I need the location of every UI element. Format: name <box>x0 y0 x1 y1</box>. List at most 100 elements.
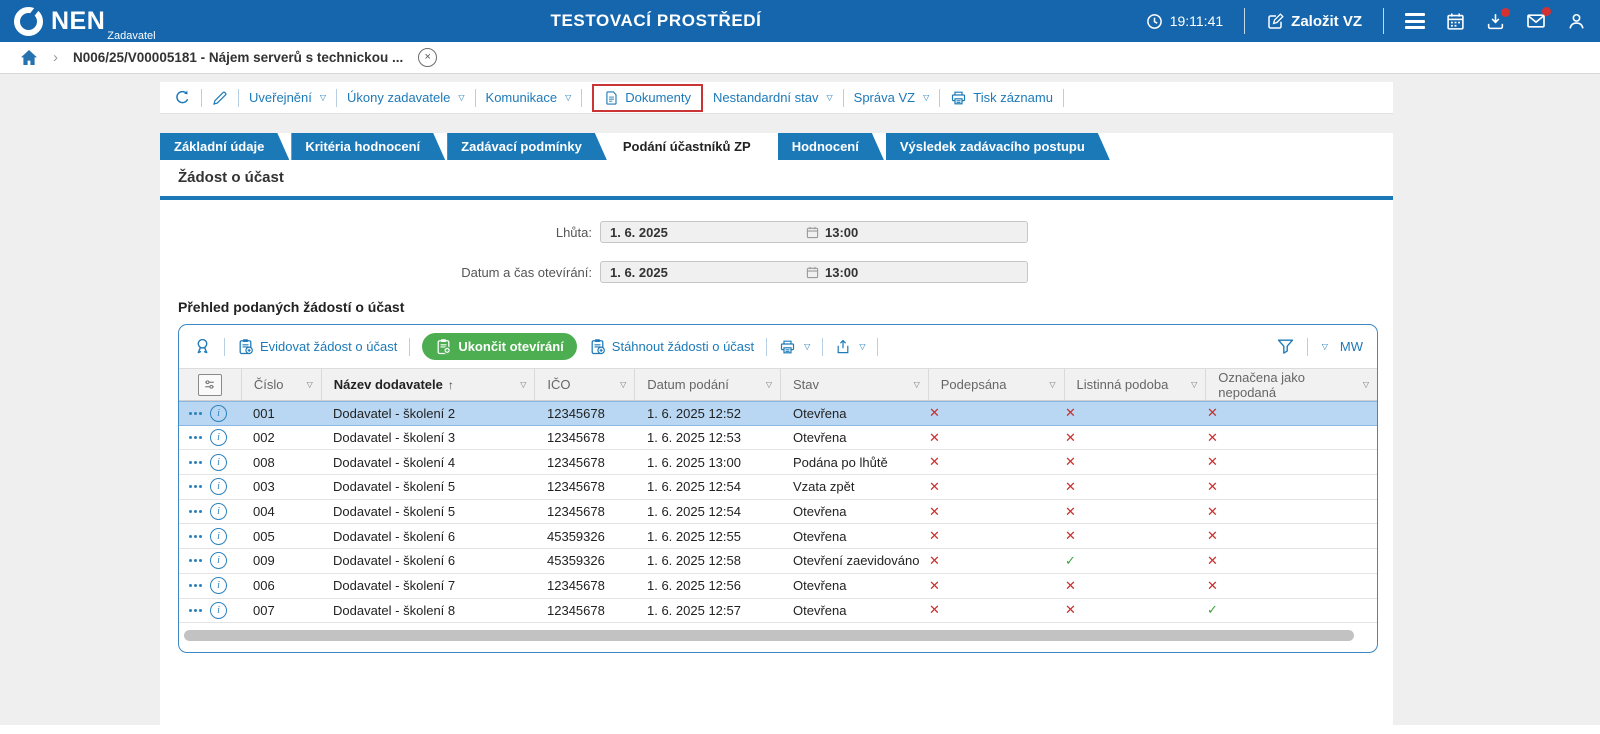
x-icon: ✕ <box>929 504 950 519</box>
column-header-ico[interactable]: IČO▽ <box>534 369 634 400</box>
user-profile-icon[interactable] <box>1567 12 1586 31</box>
cell-status: Otevřena <box>781 504 929 519</box>
column-filter-icon[interactable]: ▽ <box>520 380 526 389</box>
action-ukony-zadavatele[interactable]: Úkony zadavatele▽ <box>347 90 465 105</box>
column-filter-icon[interactable]: ▽ <box>1049 380 1055 389</box>
action-edit[interactable] <box>212 90 228 106</box>
row-menu-icon[interactable] <box>189 584 202 587</box>
opening-datetime-field[interactable]: 1. 6. 2025 13:00 <box>600 261 1028 283</box>
table-row[interactable]: i008Dodavatel - školení 4123456781. 6. 2… <box>179 450 1377 475</box>
module-switcher[interactable]: MW <box>1340 339 1363 354</box>
row-menu-icon[interactable] <box>189 609 202 612</box>
info-icon[interactable]: i <box>210 478 227 495</box>
row-actions-cell: i <box>179 503 241 520</box>
row-menu-icon[interactable] <box>189 510 202 513</box>
filter-icon[interactable] <box>1276 337 1295 356</box>
create-vz-button[interactable]: Založit VZ <box>1266 12 1362 30</box>
column-settings-button[interactable] <box>179 369 241 400</box>
grid-toolbar: Evidovat žádost o účast Ukončit otevírán… <box>179 325 1377 368</box>
column-header-stav[interactable]: Stav▽ <box>780 369 928 400</box>
info-icon[interactable]: i <box>210 405 227 422</box>
column-filter-icon[interactable]: ▽ <box>307 380 313 389</box>
action-uverejneni[interactable]: Uveřejnění▽ <box>249 90 326 105</box>
column-filter-icon[interactable]: ▽ <box>1363 380 1369 389</box>
info-icon[interactable]: i <box>210 528 227 545</box>
export-grid-button[interactable]: ▽ <box>835 339 865 355</box>
action-dokumenty[interactable]: Dokumenty <box>592 84 703 112</box>
column-header-nazev-dodavatele[interactable]: Název dodavatele↑▽ <box>321 369 535 400</box>
download-requests-button[interactable]: Stáhnout žádosti o účast <box>589 338 754 355</box>
cell-marked-not-submitted: ✕ <box>1207 504 1378 520</box>
tab-zakladni-udaje[interactable]: Základní údaje <box>160 133 289 160</box>
close-icon[interactable]: × <box>418 48 437 67</box>
clock-display: 19:11:41 <box>1146 13 1223 30</box>
row-menu-icon[interactable] <box>189 485 202 488</box>
table-row[interactable]: i004Dodavatel - školení 5123456781. 6. 2… <box>179 500 1377 525</box>
column-filter-icon[interactable]: ▽ <box>1191 380 1197 389</box>
finish-opening-button[interactable]: Ukončit otevírání <box>422 333 576 360</box>
column-header-oznacena-jako-nepodana[interactable]: Označena jako nepodaná▽ <box>1205 369 1377 400</box>
cell-submitted-date: 1. 6. 2025 12:54 <box>635 479 781 494</box>
breadcrumb: › N006/25/V00005181 - Nájem serverů s te… <box>0 42 1600 74</box>
table-row[interactable]: i007Dodavatel - školení 8123456781. 6. 2… <box>179 599 1377 624</box>
row-actions-cell: i <box>179 528 241 545</box>
action-sprava-vz[interactable]: Správa VZ▽ <box>854 90 930 105</box>
info-icon[interactable]: i <box>210 552 227 569</box>
breadcrumb-item[interactable]: N006/25/V00005181 - Nájem serverů s tech… <box>73 50 403 65</box>
action-refresh[interactable] <box>174 89 191 106</box>
column-header-podepsana[interactable]: Podepsána▽ <box>928 369 1064 400</box>
column-header-cislo[interactable]: Číslo▽ <box>241 369 321 400</box>
tab-vysledek-zadavaciho-postupu[interactable]: Výsledek zadávacího postupu <box>886 133 1110 160</box>
deadline-field[interactable]: 1. 6. 2025 13:00 <box>600 221 1028 243</box>
action-tisk-zaznamu[interactable]: Tisk záznamu <box>950 90 1053 106</box>
row-menu-icon[interactable] <box>189 436 202 439</box>
row-menu-icon[interactable] <box>189 412 202 415</box>
home-icon[interactable] <box>20 49 38 66</box>
print-grid-button[interactable]: ▽ <box>779 339 810 355</box>
table-row[interactable]: i009Dodavatel - školení 6453593261. 6. 2… <box>179 549 1377 574</box>
chevron-down-icon[interactable]: ▽ <box>1322 342 1328 351</box>
row-menu-icon[interactable] <box>189 535 202 538</box>
info-icon[interactable]: i <box>210 454 227 471</box>
column-label: Datum podání <box>647 377 729 392</box>
table-row[interactable]: i002Dodavatel - školení 3123456781. 6. 2… <box>179 426 1377 451</box>
cell-marked-not-submitted: ✕ <box>1207 528 1378 544</box>
column-filter-icon[interactable]: ▽ <box>620 380 626 389</box>
action-komunikace[interactable]: Komunikace▽ <box>486 90 572 105</box>
table-row[interactable]: i006Dodavatel - školení 7123456781. 6. 2… <box>179 574 1377 599</box>
action-nestandardni-stav[interactable]: Nestandardní stav▽ <box>713 90 833 105</box>
table-row[interactable]: i001Dodavatel - školení 2123456781. 6. 2… <box>179 401 1377 426</box>
tab-podani-ucastniku-zp[interactable]: Podání účastníků ZP <box>609 133 776 160</box>
messages-button[interactable] <box>1526 11 1546 31</box>
cell-signed: ✕ <box>929 479 1065 495</box>
row-menu-icon[interactable] <box>189 461 202 464</box>
column-filter-icon[interactable]: ▽ <box>914 380 920 389</box>
info-icon[interactable]: i <box>210 602 227 619</box>
table-row[interactable]: i003Dodavatel - školení 5123456781. 6. 2… <box>179 475 1377 500</box>
award-ribbon-icon[interactable] <box>193 337 212 356</box>
column-header-listinna-podoba[interactable]: Listinná podoba▽ <box>1064 369 1206 400</box>
cell-number: 003 <box>241 479 321 494</box>
tab-kriteria-hodnoceni[interactable]: Kritéria hodnocení <box>291 133 445 160</box>
info-icon[interactable]: i <box>210 577 227 594</box>
nen-logo[interactable]: NEN Zadavatel <box>14 7 156 36</box>
column-header-datum-podani[interactable]: Datum podání ▽ <box>634 369 780 400</box>
register-request-button[interactable]: Evidovat žádost o účast <box>237 338 397 355</box>
horizontal-scrollbar[interactable] <box>179 623 1377 649</box>
cell-marked-not-submitted: ✓ <box>1207 602 1378 618</box>
x-icon: ✕ <box>1065 602 1086 617</box>
tab-hodnoceni[interactable]: Hodnocení <box>778 133 884 160</box>
cell-submitted-date: 1. 6. 2025 12:53 <box>635 430 781 445</box>
tab-zadavaci-podminky[interactable]: Zadávací podmínky <box>447 133 607 160</box>
info-icon[interactable]: i <box>210 429 227 446</box>
downloads-button[interactable] <box>1486 12 1505 31</box>
column-filter-icon[interactable]: ▽ <box>766 380 772 389</box>
info-icon[interactable]: i <box>210 503 227 520</box>
scrollbar-thumb[interactable] <box>184 630 1354 641</box>
check-icon: ✓ <box>1065 553 1086 568</box>
cell-supplier-name: Dodavatel - školení 6 <box>321 529 535 544</box>
row-menu-icon[interactable] <box>189 559 202 562</box>
calendar-icon[interactable] <box>1446 12 1465 31</box>
menu-icon[interactable] <box>1405 13 1425 29</box>
table-row[interactable]: i005Dodavatel - školení 6453593261. 6. 2… <box>179 524 1377 549</box>
